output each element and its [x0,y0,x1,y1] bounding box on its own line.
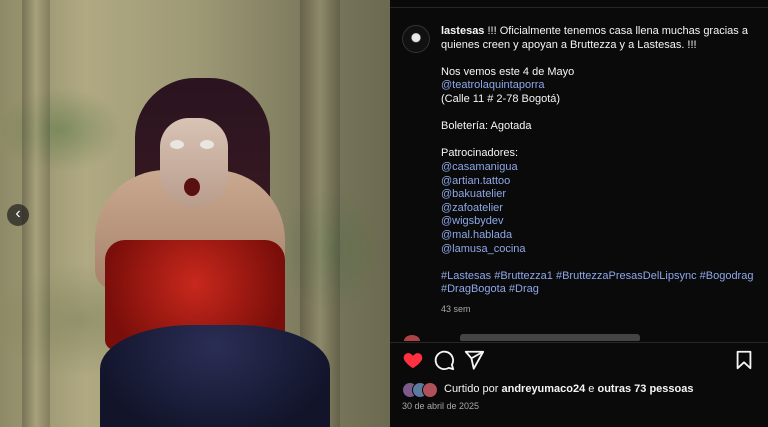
caption-link[interactable]: @artian.tattoo [441,175,761,189]
likes-connector: e [585,383,598,395]
caption-link[interactable]: @mal.hablada [441,229,761,243]
comment-icon[interactable] [433,349,455,371]
photo-eye [170,140,184,149]
avatar [422,382,438,398]
carousel-prev-button[interactable]: ‹ [7,204,29,226]
photo-mouth [184,178,200,196]
avatar[interactable] [402,25,430,53]
actions-divider [390,342,768,343]
caption-link[interactable]: @lamusa_cocina [441,243,761,257]
caption-gap [441,134,761,148]
photo-skirt [100,325,330,427]
caption-link[interactable]: @casamanigua [441,161,761,175]
comment-avatar[interactable] [404,335,420,341]
post-actions [402,349,758,371]
likes-text: Curtido por andreyumaco24 e outras 73 pe… [444,383,693,395]
caption-username[interactable]: lastesas [441,25,484,37]
caption-line: Patrocinadores: [441,147,519,160]
post-date[interactable]: 30 de abril de 2025 [402,401,479,411]
comment-text-blur [460,334,640,341]
photo-eye [200,140,214,149]
caption-line: Nos vemos este 4 de Mayo [441,65,575,78]
post-photo[interactable]: ‹ [0,0,390,427]
caption-link[interactable]: @bakuatelier [441,188,761,202]
caption-link[interactable]: @zafoatelier [441,202,761,216]
likes-prefix: Curtido por [444,383,502,395]
next-comment-preview [404,333,654,341]
bookmark-icon[interactable] [733,349,755,371]
share-icon[interactable] [463,349,485,371]
post-relative-time[interactable]: 43 sem [441,303,761,317]
caption-line: !!! Oficialmente tenemos casa llena much… [441,25,748,51]
post-details-panel: lastesas !!! Oficialmente tenemos casa l… [390,0,768,427]
post-caption: lastesas !!! Oficialmente tenemos casa l… [441,25,761,316]
liked-by-user-link[interactable]: andreyumaco24 [501,383,585,395]
caption-line: (Calle 11 # 2-78 Bogotá) [441,92,561,105]
caption-line: Boletería: Agotada [441,120,532,133]
heart-icon[interactable] [402,349,424,371]
liker-avatars[interactable] [402,381,438,398]
caption-link[interactable]: @wigsbydev [441,215,761,229]
caption-link[interactable]: #Lastesas #Bruttezza1 #BruttezzaPresasDe… [441,270,761,297]
caption-gap [441,107,761,121]
caption-gap [441,256,761,270]
header-divider [390,0,768,8]
caption-gap [441,52,761,66]
caption-link[interactable]: @teatrolaquintaporra [441,79,761,93]
likes-count-link[interactable]: outras 73 pessoas [597,383,693,395]
